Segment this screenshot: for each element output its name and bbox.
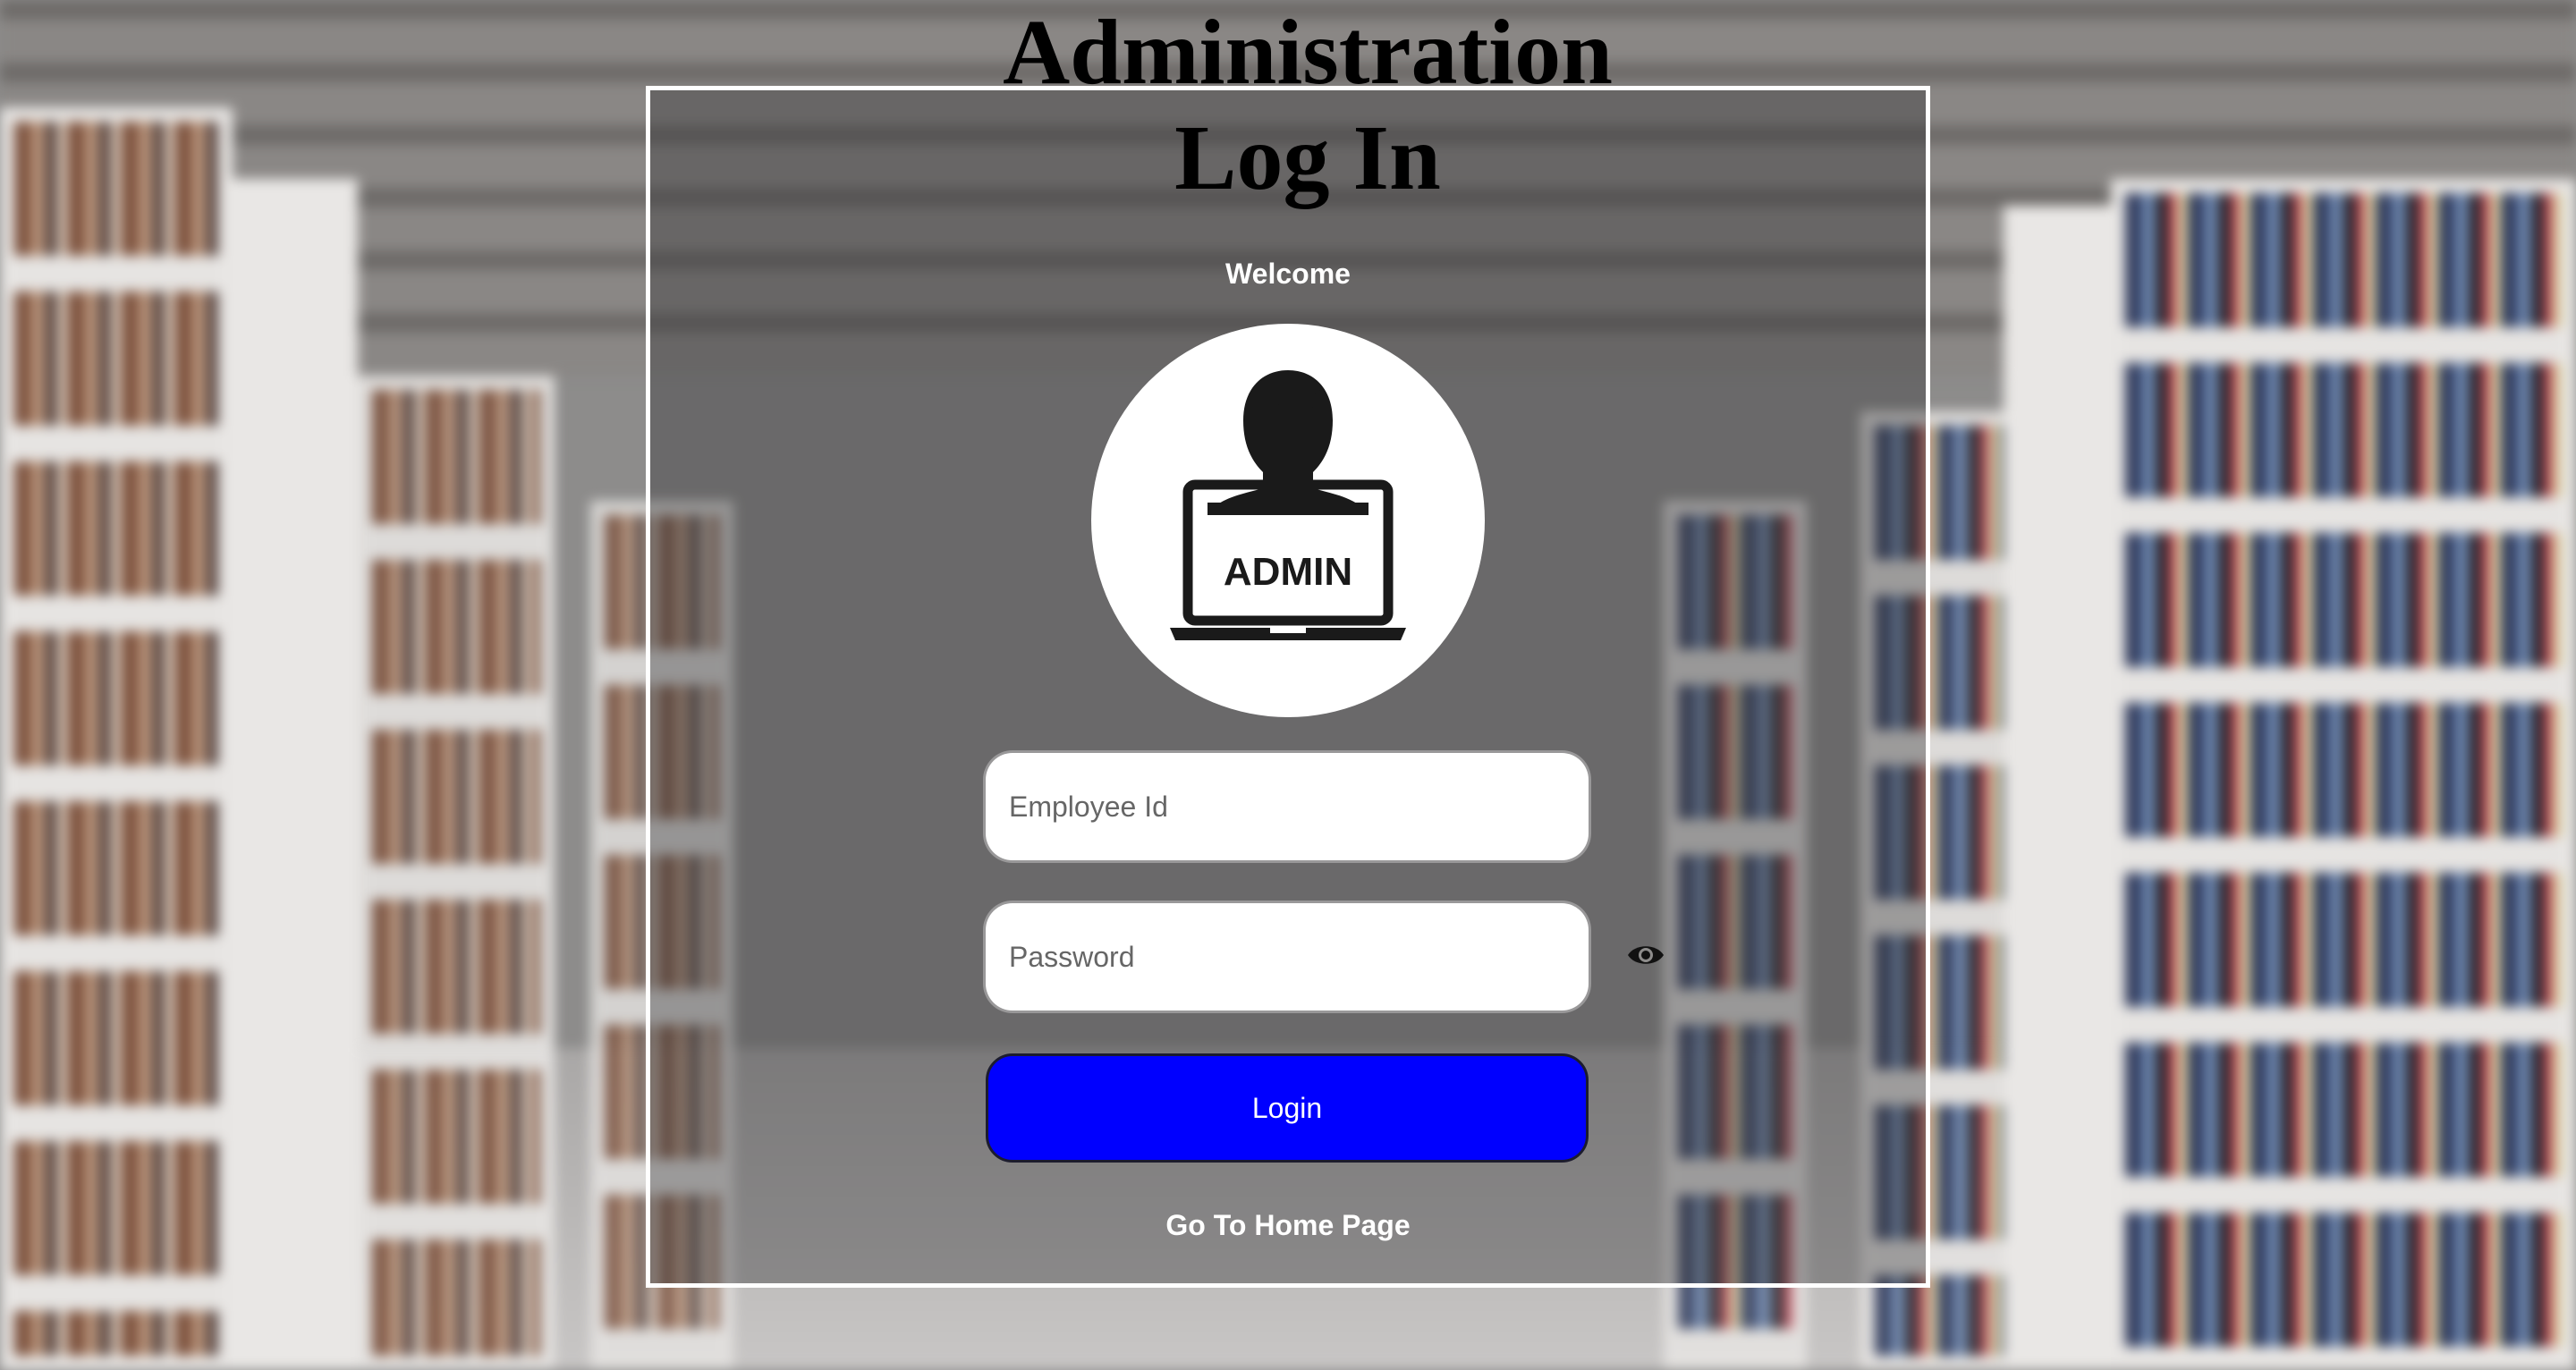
welcome-text: Welcome	[1225, 258, 1351, 290]
employee-id-input[interactable]	[986, 753, 1589, 860]
eye-icon[interactable]	[1626, 941, 1665, 969]
admin-avatar: ADMIN	[1091, 324, 1485, 717]
password-input[interactable]	[986, 903, 1589, 1011]
admin-laptop-icon: ADMIN	[1170, 370, 1406, 640]
login-button[interactable]: Login	[986, 1053, 1589, 1163]
avatar-label: ADMIN	[1224, 550, 1352, 594]
go-to-home-page-link[interactable]: Go To Home Page	[1109, 1209, 1467, 1242]
